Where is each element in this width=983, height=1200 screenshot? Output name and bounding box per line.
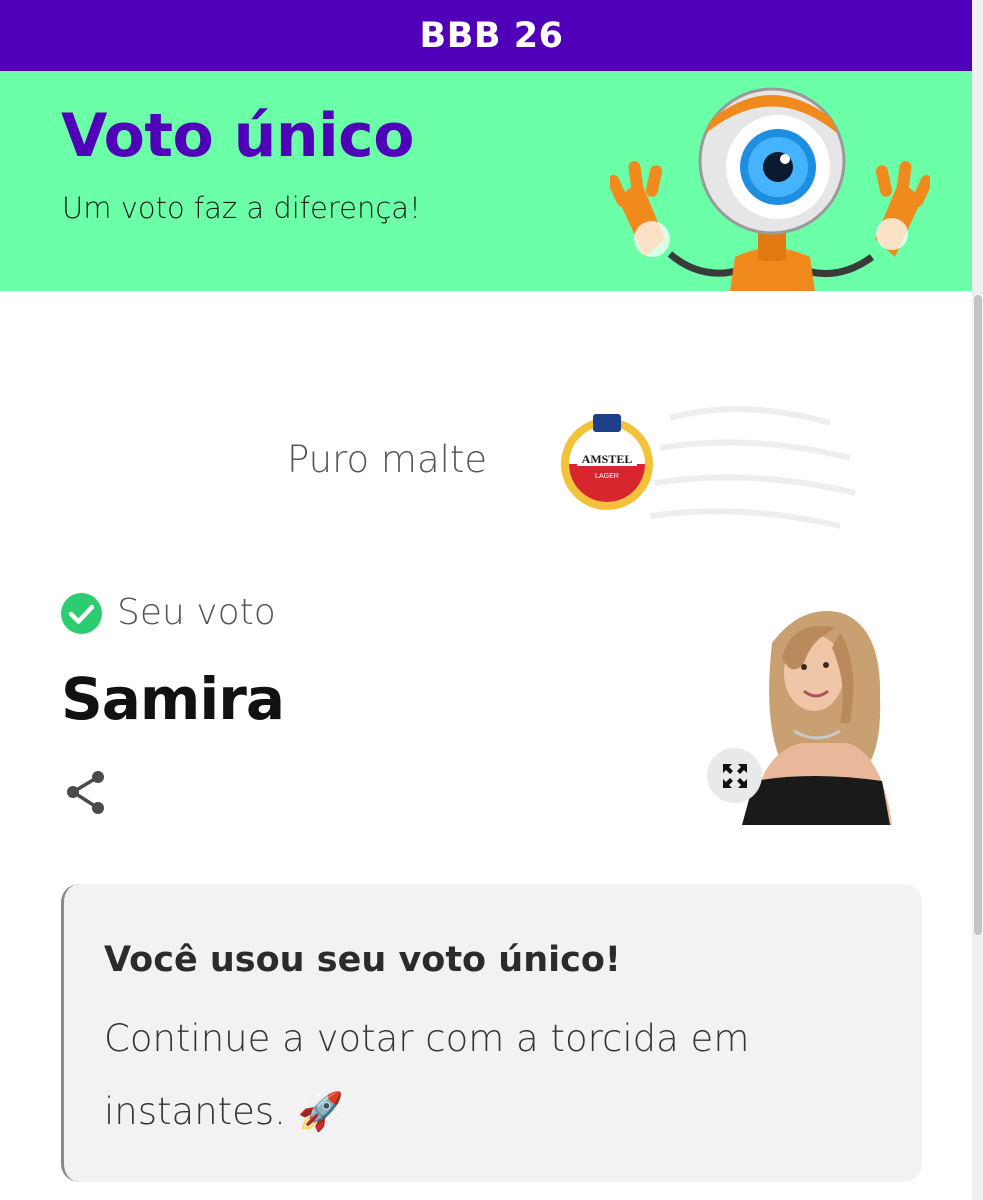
- check-circle-icon: [61, 593, 102, 634]
- page: BBB 26 Voto único Um voto faz a diferenç…: [0, 0, 983, 1200]
- hero-banner: Voto único Um voto faz a diferença!: [0, 71, 983, 291]
- amstel-logo-subtext: LAGER: [595, 473, 619, 480]
- amstel-logo-text: AMSTEL: [582, 452, 633, 466]
- notice-body: Continue a votar com a torcida em instan…: [104, 1017, 750, 1133]
- vote-used-notice: Você usou seu voto único! Continue a vot…: [61, 884, 922, 1182]
- top-bar: BBB 26: [0, 0, 983, 71]
- program-title: BBB 26: [419, 15, 564, 56]
- scrollbar-thumb[interactable]: [974, 295, 982, 935]
- page-subtitle: Um voto faz a diferença!: [62, 191, 421, 225]
- candidate-photo[interactable]: [732, 603, 922, 825]
- expand-icon: [722, 763, 747, 788]
- eye-robot-mascot-icon: [610, 87, 930, 291]
- notice-title: Você usou seu voto único!: [104, 940, 621, 980]
- share-icon[interactable]: [62, 768, 112, 818]
- candidate-portrait: [732, 603, 922, 825]
- your-vote-label: Seu voto: [117, 592, 276, 633]
- sponsor-label: Puro malte: [287, 438, 488, 481]
- page-title: Voto único: [61, 101, 414, 171]
- expand-photo-button[interactable]: [707, 748, 762, 803]
- amstel-logo-icon: AMSTEL LAGER: [561, 414, 653, 510]
- candidate-name: Samira: [61, 665, 285, 733]
